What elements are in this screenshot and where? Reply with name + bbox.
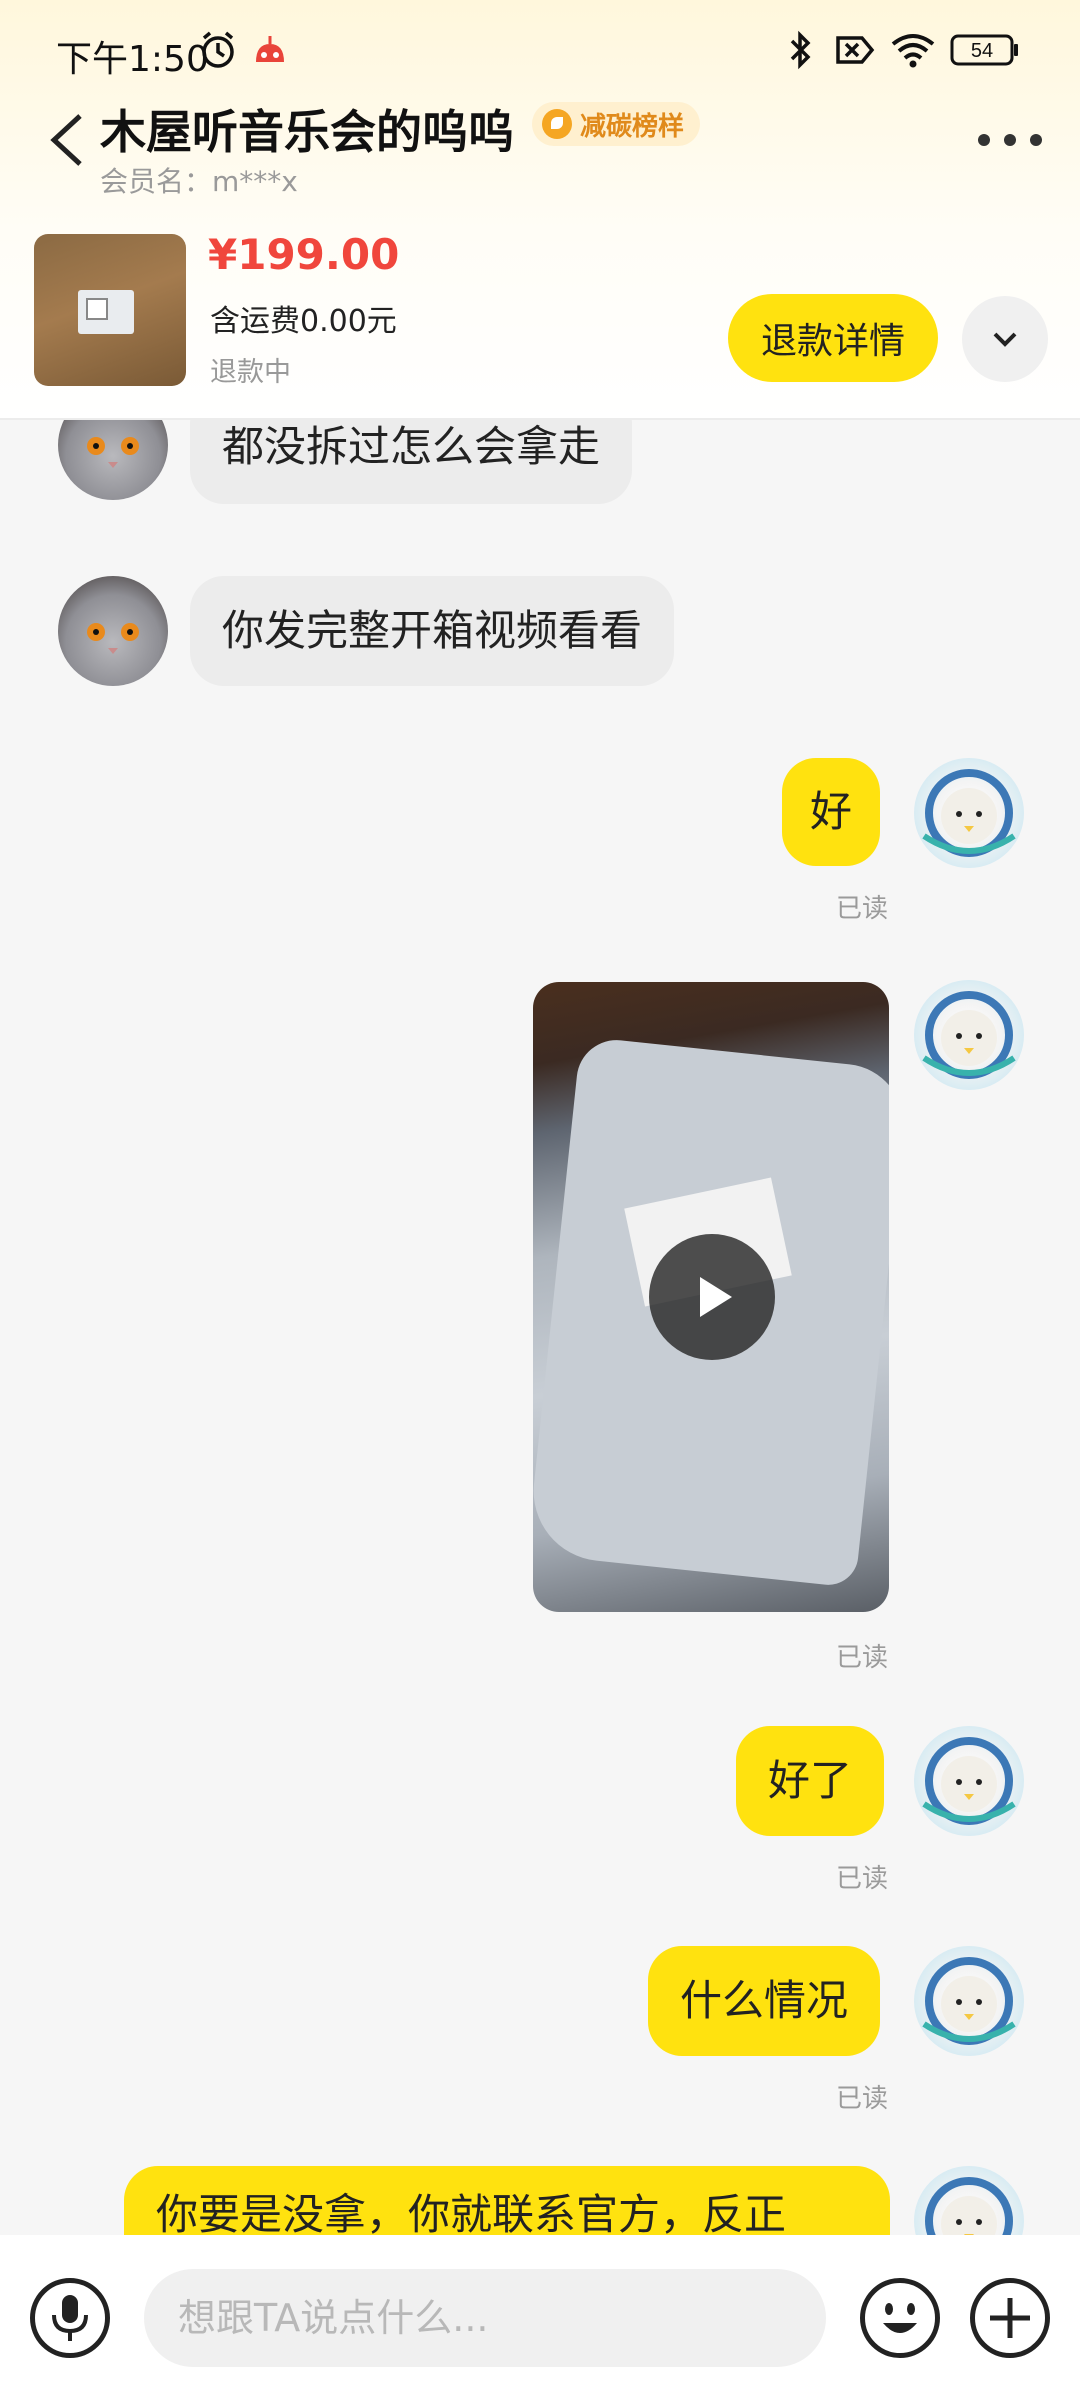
status-bar: 下午1:50 54: [0, 0, 1080, 100]
message-bubble-out[interactable]: 什么情况: [648, 1946, 881, 2056]
cat-face-icon: [87, 623, 139, 654]
leaf-icon: [542, 109, 572, 139]
play-button[interactable]: [649, 1234, 775, 1360]
package-label: [78, 290, 134, 334]
my-avatar[interactable]: [914, 758, 1024, 868]
read-receipt: 已读: [836, 1643, 889, 1673]
more-button[interactable]: [978, 120, 1042, 160]
product-thumbnail[interactable]: [34, 234, 186, 386]
back-button[interactable]: [44, 108, 88, 172]
read-receipt: 已读: [836, 894, 889, 924]
message-bubble-out[interactable]: 好了: [736, 1726, 885, 1836]
seller-avatar[interactable]: [58, 576, 168, 686]
my-avatar[interactable]: [914, 980, 1024, 1090]
chat-title: 木屋听音乐会的呜呜: [100, 105, 514, 159]
app-notification-icon: [256, 36, 284, 62]
top-area: 下午1:50 54 木屋听音乐会的呜呜 减碳榜样 会员名：m***x ¥199.…: [0, 0, 1080, 420]
no-sim-icon: [836, 36, 875, 64]
read-receipt: 已读: [836, 2084, 889, 2114]
shipping-fee: 含运费0.00元: [210, 304, 397, 339]
cat-mascot-icon: [922, 769, 1016, 857]
cat-face-icon: [87, 437, 139, 468]
video-message[interactable]: [533, 982, 889, 1612]
microphone-icon: [52, 2295, 88, 2341]
message-input[interactable]: [144, 2269, 826, 2367]
cat-mascot-icon: [922, 991, 1016, 1079]
emoji-icon: [883, 2303, 917, 2333]
read-receipt: 已读: [836, 1864, 889, 1894]
cat-mascot-icon: [925, 2177, 1013, 2235]
plus-button[interactable]: [970, 2278, 1050, 2358]
alarm-icon: [202, 31, 234, 68]
badge-label: 减碳榜样: [580, 111, 685, 142]
member-name: 会员名：m***x: [100, 165, 298, 198]
refund-status: 退款中: [210, 357, 291, 388]
refund-details-button[interactable]: 退款详情: [728, 294, 938, 382]
order-price: ¥199.00: [208, 230, 400, 279]
seller-avatar[interactable]: [58, 420, 168, 500]
more-icon-dot: [1030, 134, 1042, 146]
battery-level: 54: [971, 40, 993, 62]
bluetooth-icon: [790, 30, 811, 70]
plus-icon: [990, 2298, 1030, 2338]
my-avatar[interactable]: [914, 1946, 1024, 2056]
my-avatar[interactable]: [914, 2166, 1024, 2235]
play-icon: [700, 1277, 732, 1317]
status-time: 下午1:50: [56, 39, 209, 80]
battery-icon: 54: [950, 34, 1018, 66]
more-icon-dot: [1004, 134, 1016, 146]
carbon-badge[interactable]: 减碳榜样: [532, 102, 701, 146]
expand-button[interactable]: [962, 296, 1048, 382]
emoji-button[interactable]: [860, 2278, 940, 2358]
chevron-down-icon: [993, 332, 1017, 347]
message-bubble-out[interactable]: 好: [782, 758, 881, 866]
my-avatar[interactable]: [914, 1726, 1024, 1836]
cat-mascot-icon: [922, 1737, 1016, 1825]
input-bar: [0, 2235, 1080, 2400]
more-icon-dot: [978, 134, 990, 146]
message-bubble-in[interactable]: 你发完整开箱视频看看: [190, 576, 675, 686]
message-bubble-out[interactable]: 你要是没拿，你就联系官方，反正: [124, 2166, 890, 2235]
cat-mascot-icon: [922, 1957, 1016, 2045]
chat-messages[interactable]: 都没拆过怎么会拿走 你发完整开箱视频看看 好 已读 已读 好了 已读 什么情况 …: [0, 420, 1080, 2235]
wifi-icon: [891, 34, 935, 68]
voice-button[interactable]: [30, 2278, 110, 2358]
message-bubble-in[interactable]: 都没拆过怎么会拿走: [190, 420, 633, 504]
